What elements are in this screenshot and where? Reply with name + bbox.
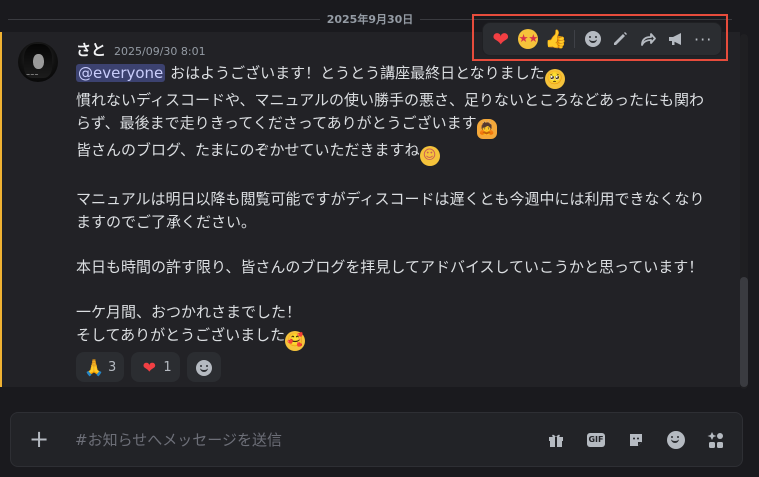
composer-icons: GIF	[528, 428, 728, 452]
gift-icon	[549, 434, 563, 447]
message[interactable]: ~~~ さと 2025/09/30 8:01 @everyone おはようございま…	[0, 32, 740, 387]
reaction-count: 1	[163, 359, 172, 375]
sticker-button[interactable]	[624, 428, 648, 452]
smiling-face-with-hearts-icon[interactable]: 🥰	[285, 330, 306, 351]
pleading-face-icon[interactable]: 🥺	[544, 69, 565, 89]
chat-app: 2025年9月30日 ~~~ さと 2025/09/30 8:01 @everyo…	[0, 0, 759, 477]
plus-icon: +	[28, 425, 50, 453]
emoji-icon	[667, 431, 685, 449]
quick-react-thumbs-up-button[interactable]: 👍	[543, 26, 569, 52]
message-content: @everyone おはようございます！とうとう講座最終日となりました 🥺 慣れな…	[76, 62, 706, 351]
avatar[interactable]: ~~~	[18, 42, 58, 82]
apps-button[interactable]	[704, 428, 728, 452]
person-bowing-icon[interactable]: 🙇	[476, 118, 497, 139]
quick-react-heart-button[interactable]: ❤	[488, 26, 514, 52]
gif-button[interactable]: GIF	[584, 428, 608, 452]
date-divider-label: 2025年9月30日	[326, 13, 414, 26]
add-reaction-button[interactable]	[186, 352, 221, 382]
message-input[interactable]	[73, 427, 517, 453]
message-composer: + GIF	[10, 412, 743, 467]
scrollbar-thumb[interactable]	[740, 277, 748, 387]
edit-button[interactable]	[607, 26, 633, 52]
message-text-2: 慣れないディスコードや、マニュアルの使い勝手の悪さ、足りないところなどあったにも…	[76, 91, 705, 132]
message-text-1: おはようございます！とうとう講座最終日となりました	[165, 64, 545, 82]
smiling-face-icon[interactable]: ☺	[419, 145, 440, 166]
megaphone-icon	[668, 33, 681, 45]
red-heart-icon: ❤	[142, 357, 157, 377]
more-icon: ···	[694, 29, 713, 49]
timestamp: 2025/09/30 8:01	[114, 45, 206, 58]
add-reaction-toolbar-button[interactable]	[580, 26, 606, 52]
everyone-mention[interactable]: @everyone	[76, 64, 166, 82]
more-button[interactable]: ···	[690, 26, 716, 52]
username[interactable]: さと	[76, 41, 106, 59]
folded-hands-icon: 🙏	[84, 357, 104, 377]
gift-button[interactable]	[544, 428, 568, 452]
reactions-bar: 🙏 3 ❤ 1	[76, 352, 223, 382]
emoji-button[interactable]	[664, 428, 688, 452]
pencil-icon	[614, 32, 628, 45]
message-text-4: マニュアルは明日以降も閲覧可能ですがディスコードは遅くとも今週中には利用できなく…	[76, 190, 705, 344]
apps-icon	[707, 432, 723, 448]
message-hover-toolbar: ❤ ★★ 👍 ···	[482, 22, 722, 56]
add-reaction-icon	[195, 359, 212, 376]
thumbs-up-icon: 👍	[544, 28, 568, 50]
red-heart-icon: ❤	[492, 27, 510, 51]
forward-icon	[641, 33, 656, 46]
reaction-red-heart[interactable]: ❤ 1	[131, 352, 180, 382]
add-reaction-icon	[584, 31, 601, 47]
quick-react-star-struck-button[interactable]: ★★	[516, 26, 542, 52]
star-struck-icon: ★★	[518, 29, 539, 49]
sticker-icon	[630, 434, 642, 446]
gif-icon: GIF	[587, 433, 605, 447]
reaction-folded-hands[interactable]: 🙏 3	[76, 352, 125, 382]
message-text-3: 皆さんのブログ、たまにのぞかせていただきますね	[76, 140, 420, 159]
message-header: さと 2025/09/30 8:01	[76, 39, 206, 61]
forward-button[interactable]	[635, 26, 661, 52]
attach-plus-button[interactable]: +	[27, 427, 51, 451]
announce-button[interactable]	[663, 26, 689, 52]
reaction-count: 3	[108, 359, 117, 375]
toolbar-separator	[573, 30, 575, 48]
